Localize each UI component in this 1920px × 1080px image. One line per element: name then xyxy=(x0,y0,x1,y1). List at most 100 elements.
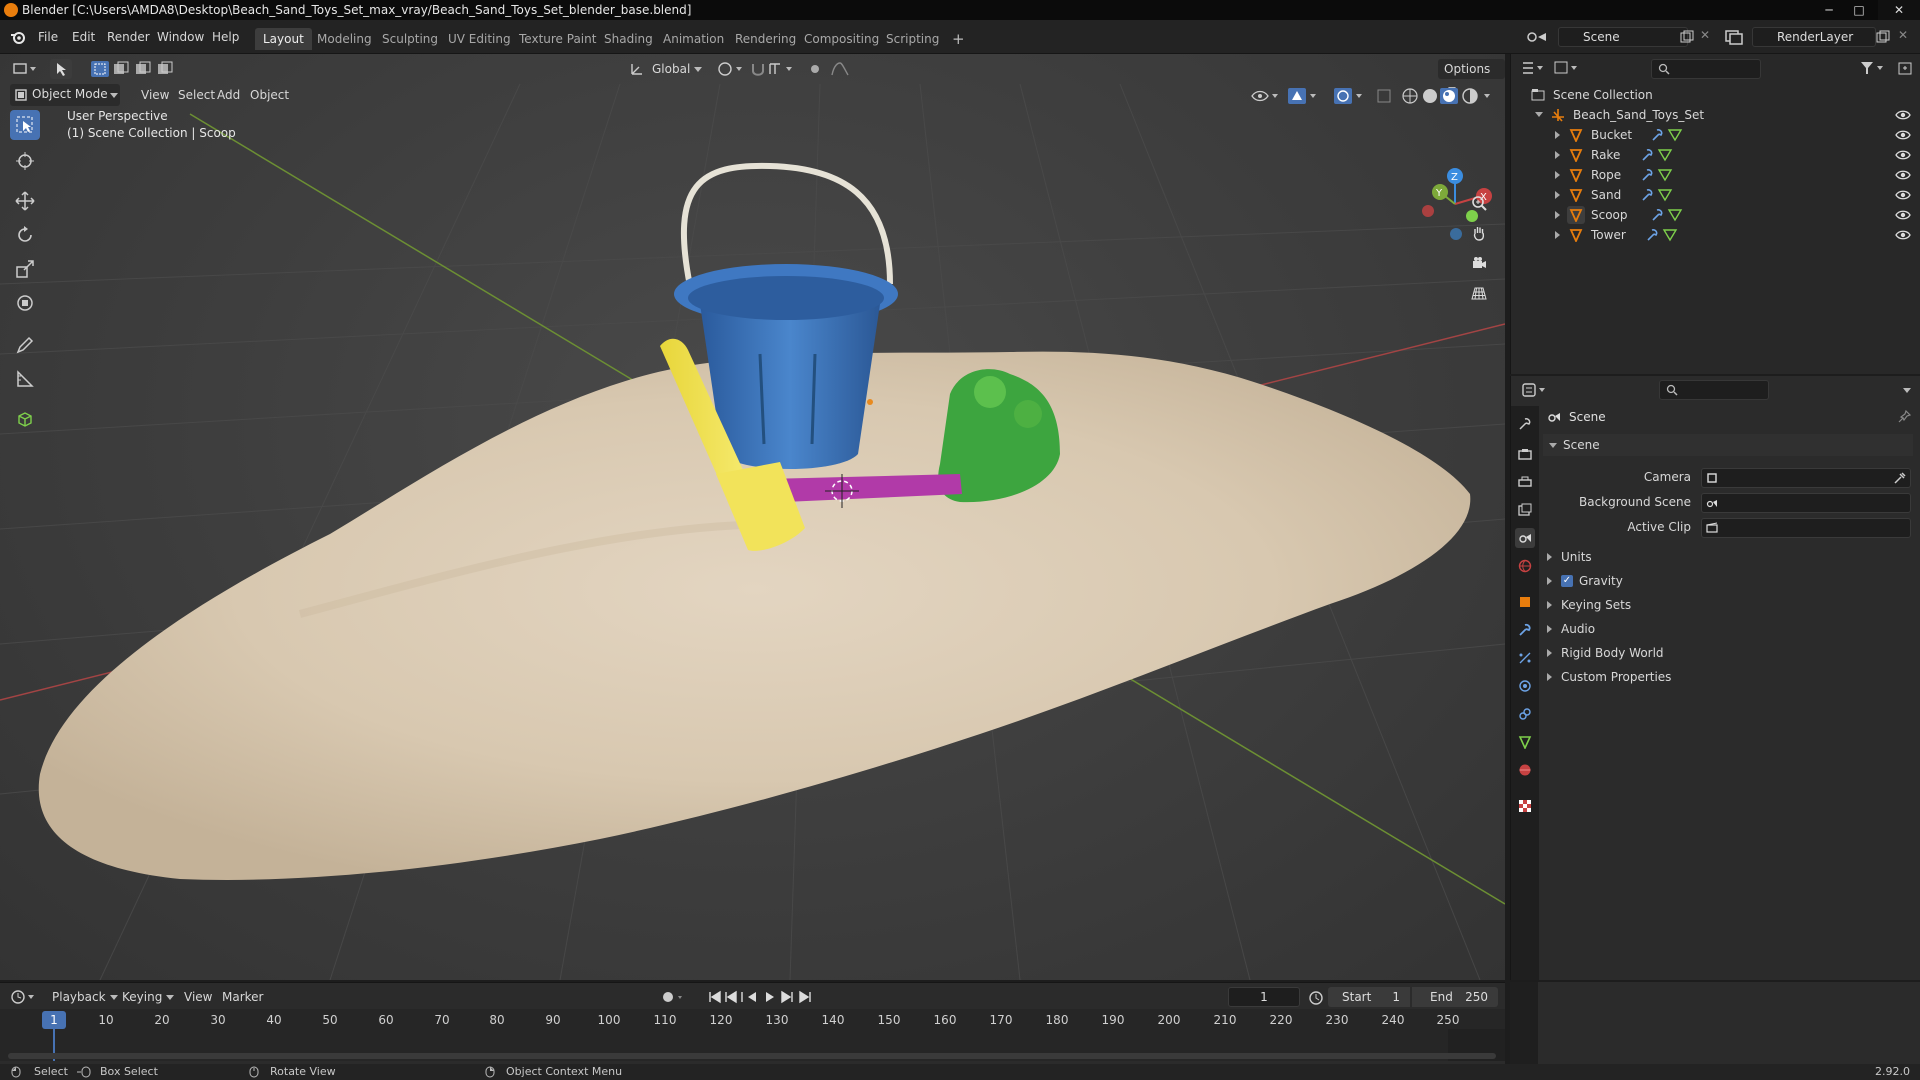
viewport-shading-controls[interactable] xyxy=(1250,87,1505,105)
pivot-point-icon[interactable] xyxy=(716,60,746,78)
expand-icon[interactable] xyxy=(1555,131,1560,139)
menu-help[interactable]: Help xyxy=(206,27,245,47)
scene-icon[interactable] xyxy=(1524,28,1550,46)
perspective-toggle-button[interactable] xyxy=(1466,280,1492,306)
new-scene-icon[interactable] xyxy=(1680,30,1694,44)
transform-orientation-dropdown[interactable]: Global xyxy=(646,59,708,79)
panel-custom-properties[interactable]: Custom Properties xyxy=(1547,666,1917,688)
minimize-button[interactable]: ─ xyxy=(1814,0,1844,20)
visibility-eye-icon[interactable] xyxy=(1895,169,1911,181)
menu-edit[interactable]: Edit xyxy=(66,27,101,47)
rotate-tool[interactable] xyxy=(10,220,40,250)
tab-layout[interactable]: Layout xyxy=(255,28,312,50)
menu-render[interactable]: Render xyxy=(101,27,156,47)
blender-menu-icon[interactable] xyxy=(10,29,26,45)
scene-panel-header[interactable]: Scene xyxy=(1543,434,1913,456)
tab-texture[interactable] xyxy=(1515,796,1535,816)
tab-particles[interactable] xyxy=(1515,648,1535,668)
outliner-item-rope[interactable]: Rope xyxy=(1511,165,1920,185)
visibility-eye-icon[interactable] xyxy=(1895,189,1911,201)
tab-world[interactable] xyxy=(1515,556,1535,576)
view-layer-icon[interactable] xyxy=(1724,28,1750,46)
properties-search-input[interactable] xyxy=(1659,380,1769,400)
outliner-item-bucket[interactable]: Bucket xyxy=(1511,125,1920,145)
zoom-button[interactable] xyxy=(1466,190,1492,216)
tab-compositing[interactable]: Compositing xyxy=(796,28,887,50)
expand-icon[interactable] xyxy=(1555,191,1560,199)
outliner-item-rake[interactable]: Rake xyxy=(1511,145,1920,165)
tab-scripting[interactable]: Scripting xyxy=(878,28,947,50)
move-tool[interactable] xyxy=(10,186,40,216)
expand-icon[interactable] xyxy=(1555,171,1560,179)
tab-output[interactable] xyxy=(1515,472,1535,492)
snap-icon[interactable] xyxy=(750,60,800,78)
select-box-tool[interactable] xyxy=(10,110,40,140)
properties-options-dropdown-icon[interactable] xyxy=(1903,388,1911,393)
camera-field[interactable] xyxy=(1701,468,1911,488)
outliner-search-input[interactable] xyxy=(1651,59,1761,79)
close-button[interactable]: ✕ xyxy=(1878,0,1920,20)
modifier-and-mesh-icons[interactable] xyxy=(1641,188,1677,202)
pan-button[interactable] xyxy=(1466,220,1492,246)
scale-tool[interactable] xyxy=(10,254,40,284)
outliner-item-scoop[interactable]: Scoop xyxy=(1511,205,1920,225)
3d-viewport[interactable]: Z X Y Global Options Object Mode View Se… xyxy=(0,54,1505,980)
measure-tool[interactable] xyxy=(10,364,40,394)
view-layer-selector[interactable]: RenderLayer xyxy=(1752,27,1876,47)
visibility-eye-icon[interactable] xyxy=(1895,149,1911,161)
tab-modifiers[interactable] xyxy=(1515,620,1535,640)
transform-tool[interactable] xyxy=(10,288,40,318)
delete-scene-icon[interactable]: ✕ xyxy=(1700,28,1710,42)
outliner-item-tower[interactable]: Tower xyxy=(1511,225,1920,245)
viewport-menu-add[interactable]: Add xyxy=(211,85,246,105)
expand-icon[interactable] xyxy=(1555,211,1560,219)
background-scene-field[interactable] xyxy=(1701,493,1911,513)
tab-object[interactable] xyxy=(1515,592,1535,612)
modifier-and-mesh-icons[interactable] xyxy=(1651,208,1687,222)
tab-physics[interactable] xyxy=(1515,676,1535,696)
visibility-eye-icon[interactable] xyxy=(1895,129,1911,141)
filter-icon[interactable] xyxy=(1859,60,1915,76)
tab-material[interactable] xyxy=(1515,760,1535,780)
tab-texture-paint[interactable]: Texture Paint xyxy=(511,28,604,50)
gravity-checkbox[interactable]: ✓ xyxy=(1561,575,1573,587)
selection-mode-icons[interactable] xyxy=(90,60,180,78)
active-clip-field[interactable] xyxy=(1701,518,1911,538)
tab-shading[interactable]: Shading xyxy=(596,28,661,50)
visibility-eye-icon[interactable] xyxy=(1895,229,1911,241)
viewport-scene[interactable]: Z X Y xyxy=(0,54,1505,980)
cursor-tool[interactable] xyxy=(10,146,40,176)
tweak-tool-button[interactable] xyxy=(50,59,72,79)
proportional-editing-icon[interactable] xyxy=(806,60,850,78)
properties-editor-type-icon[interactable] xyxy=(1521,382,1551,398)
tab-view-layer[interactable] xyxy=(1515,500,1535,520)
editor-type-icon[interactable] xyxy=(12,61,38,77)
tab-modeling[interactable]: Modeling xyxy=(309,28,380,50)
modifier-and-mesh-icons[interactable] xyxy=(1646,228,1682,242)
viewport-menu-view[interactable]: View xyxy=(135,85,175,105)
modifier-and-mesh-icons[interactable] xyxy=(1651,128,1687,142)
panel-units[interactable]: Units xyxy=(1547,546,1917,568)
visibility-eye-icon[interactable] xyxy=(1895,109,1911,121)
viewport-menu-object[interactable]: Object xyxy=(244,85,295,105)
tab-sculpting[interactable]: Sculpting xyxy=(374,28,446,50)
add-cube-tool[interactable] xyxy=(10,404,40,434)
maximize-button[interactable]: □ xyxy=(1844,0,1874,20)
tab-render[interactable] xyxy=(1515,444,1535,464)
add-workspace-button[interactable]: + xyxy=(944,28,973,50)
timeline-scrollbar[interactable] xyxy=(8,1053,1496,1059)
tab-rendering[interactable]: Rendering xyxy=(727,28,804,50)
tab-constraints[interactable] xyxy=(1515,704,1535,724)
delete-view-layer-icon[interactable]: ✕ xyxy=(1898,28,1908,42)
panel-gravity[interactable]: ✓ Gravity xyxy=(1547,570,1917,592)
expand-icon[interactable] xyxy=(1555,231,1560,239)
tab-uv-editing[interactable]: UV Editing xyxy=(440,28,519,50)
scene-selector[interactable]: Scene xyxy=(1558,27,1688,47)
tab-data[interactable] xyxy=(1515,732,1535,752)
outliner-scene-collection-row[interactable]: Scene Collection xyxy=(1511,85,1920,105)
visibility-eye-icon[interactable] xyxy=(1895,209,1911,221)
menu-file[interactable]: File xyxy=(32,27,64,47)
menu-window[interactable]: Window xyxy=(151,27,210,47)
mode-selector[interactable]: Object Mode xyxy=(10,84,120,106)
modifier-and-mesh-icons[interactable] xyxy=(1641,168,1677,182)
